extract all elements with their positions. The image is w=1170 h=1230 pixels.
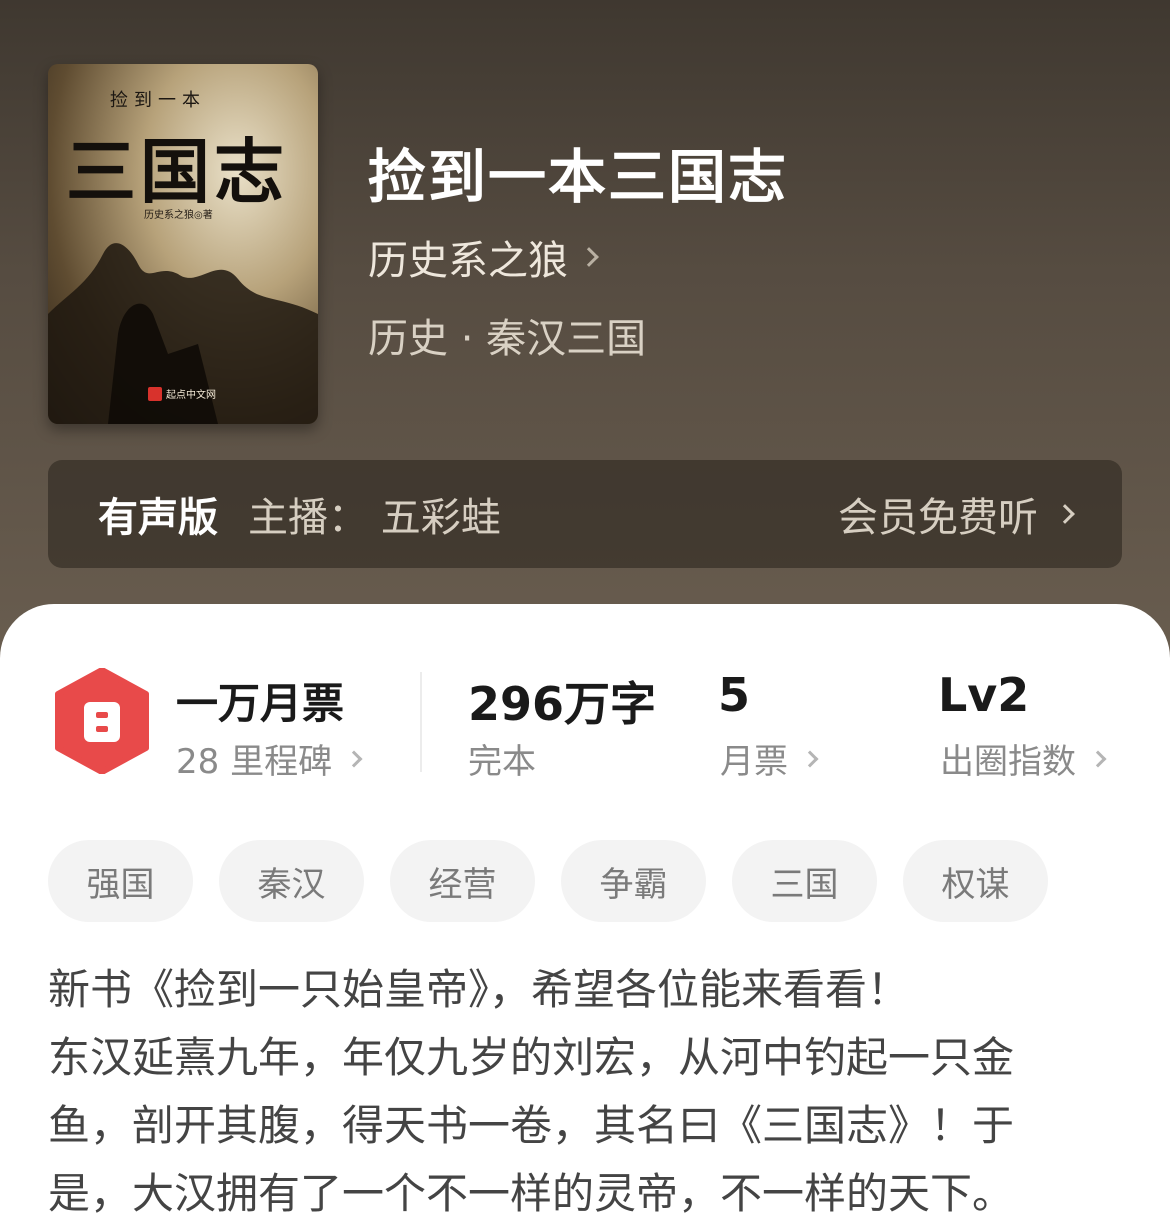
book-description[interactable]: 新书《捡到一只始皇帝》，希望各位能来看看！ 东汉延熹九年，年仅九岁的刘宏，从河中… bbox=[48, 956, 1128, 1228]
cover-publisher: 起点中文网 bbox=[148, 386, 216, 401]
book-title: 捡到一本三国志 bbox=[368, 143, 789, 211]
tag-list: 强国 秦汉 经营 争霸 三国 权谋 bbox=[48, 840, 1048, 922]
word-count: 296万字 bbox=[468, 677, 657, 731]
monthly-votes-label: 月票 bbox=[720, 742, 788, 782]
audio-narrator: 主播： 五彩蛙 bbox=[248, 495, 501, 541]
book-cover[interactable]: 捡到一本 三国志 历史系之狼◎著 起点中文网 bbox=[48, 64, 318, 424]
monthly-ticket-title: 一万月票 bbox=[176, 679, 345, 728]
member-free-listen-label: 会员免费听 bbox=[838, 495, 1038, 541]
chevron-right-icon bbox=[801, 750, 819, 767]
cover-series-text: 捡到一本 bbox=[110, 90, 206, 111]
cover-publisher-text: 起点中文网 bbox=[166, 390, 216, 401]
author-link[interactable]: 历史系之狼 bbox=[368, 228, 599, 286]
audio-version-bar[interactable]: 有声版 主播： 五彩蛙 会员免费听 bbox=[48, 460, 1122, 568]
chevron-right-icon bbox=[345, 750, 363, 767]
breakout-level: Lv2 bbox=[938, 668, 1030, 722]
audio-label: 有声版 bbox=[98, 495, 218, 541]
milestone-label: 28 里程碑 bbox=[176, 742, 333, 782]
monthly-votes-count: 5 bbox=[718, 668, 751, 722]
tag-chip[interactable]: 强国 bbox=[48, 840, 193, 922]
chevron-right-icon bbox=[1055, 504, 1075, 524]
publisher-logo-icon bbox=[148, 386, 162, 401]
tag-chip[interactable]: 经营 bbox=[390, 840, 535, 922]
breakout-index-link[interactable]: 出圈指数 bbox=[940, 734, 1107, 783]
tag-chip[interactable]: 争霸 bbox=[561, 840, 706, 922]
stats-divider bbox=[420, 672, 422, 772]
cover-author-text: 历史系之狼◎著 bbox=[144, 210, 213, 221]
milestone-link[interactable]: 28 里程碑 bbox=[176, 734, 363, 783]
description-line: 鱼，剖开其腹，得天书一卷，其名曰《三国志》！于 bbox=[48, 1101, 1015, 1150]
monthly-votes-link[interactable]: 月票 bbox=[720, 734, 819, 783]
cover-title-text: 三国志 bbox=[66, 130, 288, 213]
tag-chip[interactable]: 权谋 bbox=[903, 840, 1048, 922]
book-category: 历史 · 秦汉三国 bbox=[368, 316, 647, 362]
author-name: 历史系之狼 bbox=[368, 238, 568, 284]
status-label: 完本 bbox=[468, 742, 536, 782]
description-line: 东汉延熹九年，年仅九岁的刘宏，从河中钓起一只金 bbox=[48, 1033, 1015, 1082]
ticket-icon[interactable] bbox=[54, 668, 150, 774]
tag-chip[interactable]: 三国 bbox=[732, 840, 877, 922]
member-free-listen-button[interactable]: 会员免费听 bbox=[838, 485, 1075, 543]
description-line: 新书《捡到一只始皇帝》，希望各位能来看看！ bbox=[48, 965, 910, 1014]
chevron-right-icon bbox=[579, 247, 599, 267]
tag-chip[interactable]: 秦汉 bbox=[219, 840, 364, 922]
book-header: 捡到一本 三国志 历史系之狼◎著 起点中文网 捡到一本三国志 历史系之狼 历史 … bbox=[0, 0, 1170, 680]
stats-row: 一万月票 28 里程碑 296万字 完本 5 月票 Lv2 出圈指数 bbox=[0, 604, 1170, 804]
description-line: 是，大汉拥有了一个不一样的灵帝，不一样的天下。 bbox=[48, 1169, 1015, 1218]
breakout-index-label: 出圈指数 bbox=[940, 742, 1076, 782]
chevron-right-icon bbox=[1089, 750, 1107, 767]
book-info-card: 一万月票 28 里程碑 296万字 完本 5 月票 Lv2 出圈指数 强国 秦汉… bbox=[0, 604, 1170, 1230]
